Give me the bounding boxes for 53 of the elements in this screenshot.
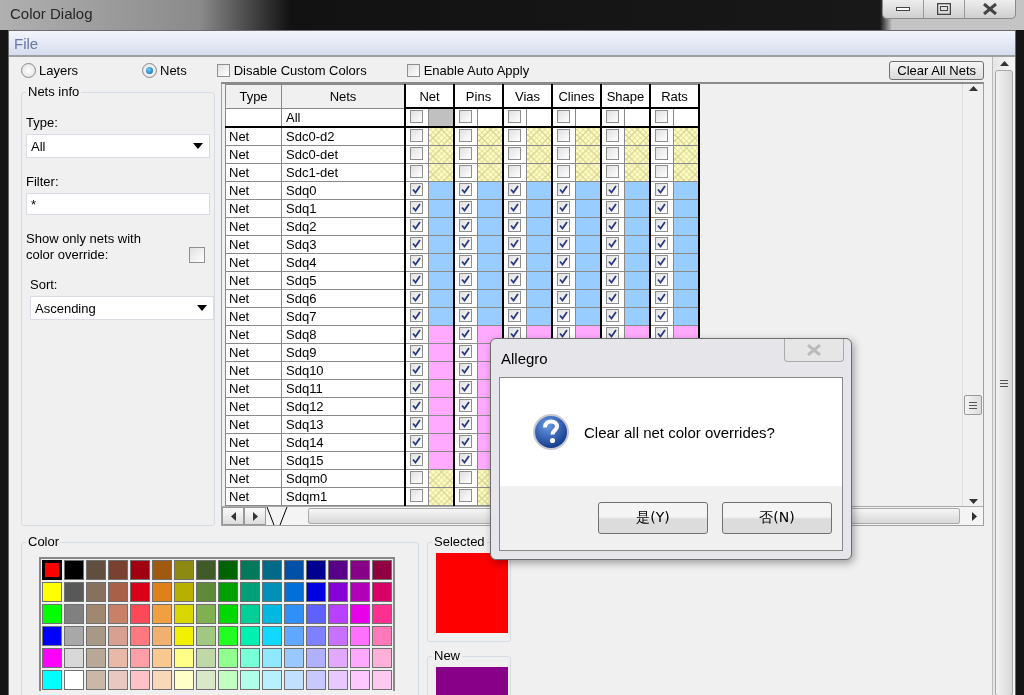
menu-item[interactable]: File	[9, 34, 44, 52]
table-cell: Net	[225, 217, 282, 236]
column-header[interactable]: Shape	[601, 84, 650, 108]
column-header[interactable]: Type	[225, 84, 282, 108]
column-header[interactable]: Pins	[454, 84, 503, 108]
group-title: Color	[26, 534, 62, 549]
group-title: New	[432, 648, 462, 663]
group-title: Nets info	[26, 84, 82, 99]
table-cell: Net	[225, 253, 282, 272]
column-header[interactable]: Nets	[281, 84, 405, 108]
dialog-message: Clear all net color overrides?	[584, 423, 775, 441]
table-cell: Net	[225, 307, 282, 326]
table-cell: Net	[225, 271, 282, 290]
table-cell: Net	[225, 325, 282, 344]
dialog-button[interactable]: 是(Y)	[598, 502, 708, 534]
radio-label: Layers	[39, 63, 79, 78]
table-cell: Net	[225, 433, 282, 452]
column-header[interactable]: Rats	[650, 84, 699, 108]
column-header[interactable]: Vias	[503, 84, 552, 108]
checkbox-label: Disable Custom Colors	[233, 63, 367, 78]
table-cell: Net	[225, 289, 282, 308]
radio-label: Nets	[160, 63, 187, 78]
table-cell: Net	[225, 487, 282, 506]
table-cell: Net	[225, 469, 282, 488]
table-cell: Net	[225, 451, 282, 470]
filter-field[interactable]: *	[26, 193, 210, 215]
table-cell: Net	[225, 397, 282, 416]
table-cell: Net	[225, 361, 282, 380]
table-cell: Net	[225, 181, 282, 200]
window-title: Color Dialog	[9, 4, 93, 22]
table-cell: Net	[225, 343, 282, 362]
dialog-button[interactable]: 否(N)	[722, 502, 832, 534]
sort-dropdown[interactable]: Ascending	[30, 296, 214, 320]
table-cell: Net	[225, 415, 282, 434]
radio-option[interactable]: Nets	[142, 63, 187, 78]
dialog-title: Allegro	[500, 349, 548, 367]
group-title: Selected	[432, 534, 487, 549]
field-label: Type:	[26, 115, 59, 130]
table-cell: Net	[225, 145, 282, 164]
checkbox-label: Enable Auto Apply	[423, 63, 530, 78]
table-cell: Net	[225, 235, 282, 254]
clear-all-nets-button[interactable]: Clear All Nets	[889, 61, 984, 80]
table-cell: Net	[225, 199, 282, 218]
field-label: Sort:	[30, 277, 59, 292]
table-cell: Net	[225, 379, 282, 398]
table-cell: Net	[225, 163, 282, 182]
table-cell: Net	[225, 127, 282, 146]
field-label: Filter:	[26, 174, 60, 189]
column-header[interactable]: Net	[405, 84, 454, 108]
radio-option[interactable]: Layers	[21, 63, 142, 78]
column-header[interactable]: Clines	[552, 84, 601, 108]
type-dropdown[interactable]: All	[26, 134, 210, 158]
field-label: Show only nets with color override:	[26, 231, 142, 263]
